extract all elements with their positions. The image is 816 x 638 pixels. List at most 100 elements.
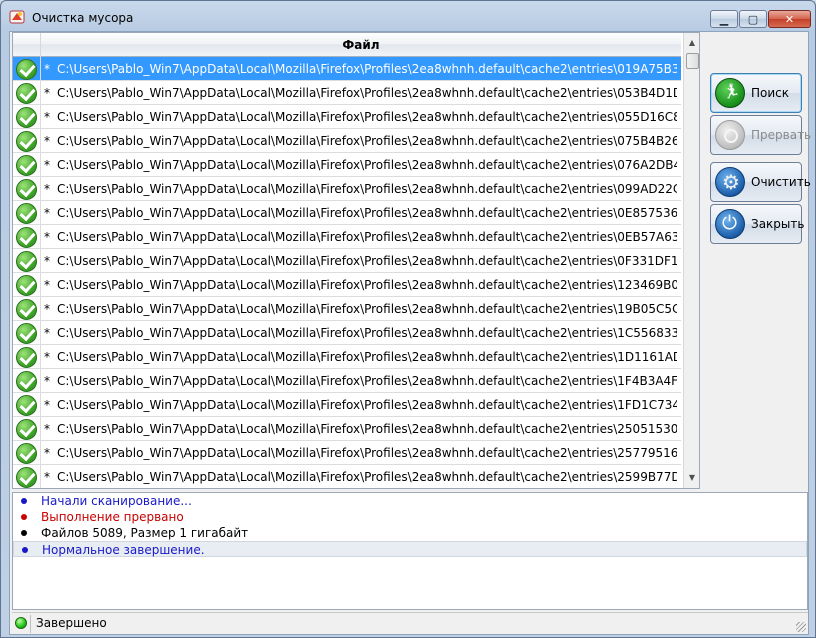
row-mark: *: [44, 398, 50, 412]
table-row[interactable]: * C:\Users\Pablo_Win7\AppData\Local\Mozil…: [13, 57, 681, 81]
row-status-cell: [13, 105, 41, 129]
gear-icon: [715, 167, 745, 197]
table-row[interactable]: * C:\Users\Pablo_Win7\AppData\Local\Mozil…: [13, 105, 681, 129]
row-status-cell: [13, 273, 41, 297]
row-mark: *: [44, 110, 50, 124]
power-icon: [715, 209, 745, 239]
row-status-cell: [13, 345, 41, 369]
row-file-path: C:\Users\Pablo_Win7\AppData\Local\Mozill…: [57, 470, 677, 484]
row-status-cell: [13, 321, 41, 345]
minimize-button[interactable]: ▁: [710, 10, 738, 28]
row-mark: *: [44, 278, 50, 292]
grid-header: Файл: [13, 33, 681, 57]
row-mark: *: [44, 86, 50, 100]
row-mark: *: [44, 374, 50, 388]
row-status-cell: [13, 129, 41, 153]
status-led-icon: [15, 617, 27, 629]
close-icon: ✕: [784, 12, 795, 26]
row-status-cell: [13, 153, 41, 177]
log-panel[interactable]: Начали сканирование... Выполнение прерван…: [12, 492, 808, 610]
table-row[interactable]: * C:\Users\Pablo_Win7\AppData\Local\Mozil…: [13, 393, 681, 417]
table-row[interactable]: * C:\Users\Pablo_Win7\AppData\Local\Mozil…: [13, 273, 681, 297]
column-header-file[interactable]: Файл: [41, 33, 681, 57]
check-icon: [16, 179, 37, 200]
check-icon: [16, 251, 37, 272]
vertical-scrollbar[interactable]: ▲ ▼: [683, 33, 699, 488]
log-text: Файлов 5089, Размер 1 гигабайт: [41, 526, 249, 540]
table-row[interactable]: * C:\Users\Pablo_Win7\AppData\Local\Mozil…: [13, 369, 681, 393]
table-row[interactable]: * C:\Users\Pablo_Win7\AppData\Local\Mozil…: [13, 297, 681, 321]
table-row[interactable]: * C:\Users\Pablo_Win7\AppData\Local\Mozil…: [13, 153, 681, 177]
row-file-path: C:\Users\Pablo_Win7\AppData\Local\Mozill…: [57, 374, 677, 388]
row-mark: *: [44, 254, 50, 268]
close-window-button[interactable]: ✕: [768, 10, 811, 28]
minimize-icon: ▁: [719, 12, 729, 26]
check-icon: [16, 323, 37, 344]
row-mark: *: [44, 206, 50, 220]
scroll-up-icon[interactable]: ▲: [684, 35, 699, 51]
check-icon: [16, 467, 37, 488]
file-grid[interactable]: Файл * C:\Users\Pablo_Win7\AppData\Local\…: [12, 32, 700, 489]
resize-grip-icon[interactable]: [796, 622, 806, 632]
row-mark: *: [44, 470, 50, 484]
maximize-icon: ▢: [747, 12, 759, 26]
log-bullet-icon: [22, 547, 28, 553]
check-icon: [16, 419, 37, 440]
header-icon-column: [13, 33, 41, 57]
row-file-path: C:\Users\Pablo_Win7\AppData\Local\Mozill…: [57, 62, 677, 76]
check-icon: [16, 347, 37, 368]
row-status-cell: [13, 393, 41, 417]
row-file-path: C:\Users\Pablo_Win7\AppData\Local\Mozill…: [57, 254, 677, 268]
row-mark: *: [44, 422, 50, 436]
row-file-path: C:\Users\Pablo_Win7\AppData\Local\Mozill…: [57, 110, 677, 124]
table-row[interactable]: * C:\Users\Pablo_Win7\AppData\Local\Mozil…: [13, 249, 681, 273]
maximize-button[interactable]: ▢: [739, 10, 767, 28]
status-text: Завершено: [36, 616, 107, 630]
table-row[interactable]: * C:\Users\Pablo_Win7\AppData\Local\Mozil…: [13, 417, 681, 441]
row-mark: *: [44, 446, 50, 460]
row-file-path: C:\Users\Pablo_Win7\AppData\Local\Mozill…: [57, 446, 677, 460]
log-line: Файлов 5089, Размер 1 гигабайт: [13, 525, 807, 541]
table-row[interactable]: * C:\Users\Pablo_Win7\AppData\Local\Mozil…: [13, 81, 681, 105]
clean-button-label: Очистить: [751, 175, 811, 189]
close-button[interactable]: Закрыть: [710, 204, 804, 244]
title-bar[interactable]: Очистка мусора ▁ ▢ ✕: [1, 1, 815, 31]
table-row[interactable]: * C:\Users\Pablo_Win7\AppData\Local\Mozil…: [13, 321, 681, 345]
table-row[interactable]: * C:\Users\Pablo_Win7\AppData\Local\Mozil…: [13, 345, 681, 369]
check-icon: [16, 299, 37, 320]
row-mark: *: [44, 158, 50, 172]
log-line: Выполнение прервано: [13, 509, 807, 525]
row-file-path: C:\Users\Pablo_Win7\AppData\Local\Mozill…: [57, 206, 677, 220]
row-file-path: C:\Users\Pablo_Win7\AppData\Local\Mozill…: [57, 326, 677, 340]
search-button[interactable]: Поиск: [710, 73, 802, 113]
run-icon: [715, 78, 745, 108]
check-icon: [16, 131, 37, 152]
log-text: Начали сканирование...: [41, 494, 192, 508]
clean-button[interactable]: Очистить: [710, 162, 811, 202]
table-row[interactable]: * C:\Users\Pablo_Win7\AppData\Local\Mozil…: [13, 129, 681, 153]
row-status-cell: [13, 57, 41, 81]
log-line: Нормальное завершение.: [13, 541, 807, 557]
table-row[interactable]: * C:\Users\Pablo_Win7\AppData\Local\Mozil…: [13, 225, 681, 249]
row-file-path: C:\Users\Pablo_Win7\AppData\Local\Mozill…: [57, 278, 677, 292]
table-row[interactable]: * C:\Users\Pablo_Win7\AppData\Local\Mozil…: [13, 441, 681, 465]
scroll-down-icon[interactable]: ▼: [684, 470, 699, 486]
check-icon: [16, 155, 37, 176]
status-bar: Завершено: [12, 612, 808, 634]
scrollbar-thumb[interactable]: [686, 53, 699, 69]
check-icon: [16, 395, 37, 416]
log-text: Выполнение прервано: [41, 510, 184, 524]
stop-icon: [715, 120, 745, 150]
check-icon: [16, 275, 37, 296]
log-line: Начали сканирование...: [13, 493, 807, 509]
table-row[interactable]: * C:\Users\Pablo_Win7\AppData\Local\Mozil…: [13, 465, 681, 488]
table-row[interactable]: * C:\Users\Pablo_Win7\AppData\Local\Mozil…: [13, 177, 681, 201]
row-status-cell: [13, 81, 41, 105]
row-file-path: C:\Users\Pablo_Win7\AppData\Local\Mozill…: [57, 158, 677, 172]
row-status-cell: [13, 417, 41, 441]
row-mark: *: [44, 302, 50, 316]
check-icon: [16, 371, 37, 392]
check-icon: [16, 443, 37, 464]
table-row[interactable]: * C:\Users\Pablo_Win7\AppData\Local\Mozil…: [13, 201, 681, 225]
abort-button[interactable]: Прервать: [710, 115, 811, 155]
